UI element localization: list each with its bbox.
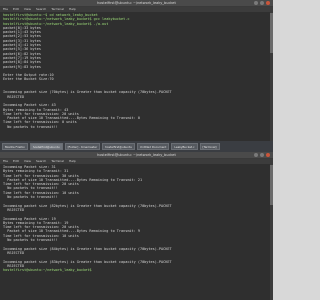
bottom-window-title: hostelfirst@ubuntu: ~/network_leaky_buck… — [97, 153, 176, 157]
menu-file[interactable]: File — [3, 7, 8, 12]
taskbar: Mozilla Firefox hostelfirst@ubuntu [Fold… — [0, 141, 273, 152]
menu-terminal[interactable]: Terminal — [51, 159, 64, 164]
menu-file[interactable]: File — [3, 159, 8, 164]
bottom-terminal-output[interactable]: Incomming Packet size: 31 Bytes remaining… — [0, 164, 273, 273]
top-window-titlebar[interactable]: hostelfirst@ubuntu: ~/network_leaky_buck… — [0, 0, 273, 7]
menu-edit[interactable]: Edit — [13, 7, 19, 12]
bottom-scrollbar[interactable] — [270, 163, 273, 300]
menu-view[interactable]: View — [24, 159, 31, 164]
bottom-window-titlebar[interactable]: hostelfirst@ubuntu: ~/network_leaky_buck… — [0, 152, 273, 159]
top-scrollbar-thumb[interactable] — [270, 13, 273, 53]
close-icon[interactable] — [266, 153, 270, 157]
task-button[interactable]: hostelfirst@ubuntu — [29, 143, 63, 150]
minimize-icon[interactable] — [254, 153, 258, 157]
menu-terminal[interactable]: Terminal — [51, 7, 64, 12]
task-button[interactable]: hostelfirst@ubuntu — [102, 143, 135, 150]
task-button[interactable]: LeakyBucket.c — [171, 143, 198, 150]
top-terminal-window: hostelfirst@ubuntu: ~/network_leaky_buck… — [0, 0, 273, 141]
terminal-line: No packets to transmit!! — [3, 124, 58, 129]
top-terminal-output[interactable]: hostelfirst@ubuntu:~$ cd network_leaky_b… — [0, 12, 273, 130]
maximize-icon[interactable] — [260, 1, 264, 5]
menu-search[interactable]: Search — [36, 7, 46, 12]
menu-help[interactable]: Help — [69, 7, 76, 12]
close-icon[interactable] — [266, 1, 270, 5]
menu-edit[interactable]: Edit — [13, 159, 19, 164]
minimize-icon[interactable] — [254, 1, 258, 5]
task-button[interactable]: [Terminal] — [199, 143, 220, 150]
top-scrollbar[interactable] — [270, 11, 273, 141]
shell-prompt-line: hostelfirst@ubuntu:~/network_leaky_bucke… — [3, 268, 92, 273]
bottom-terminal-window: hostelfirst@ubuntu: ~/network_leaky_buck… — [0, 152, 273, 300]
task-button[interactable]: [Folder] - Kinemaster — [64, 143, 101, 150]
maximize-icon[interactable] — [260, 153, 264, 157]
menu-view[interactable]: View — [24, 7, 31, 12]
top-window-title: hostelfirst@ubuntu: ~/network_leaky_buck… — [97, 1, 176, 5]
menu-search[interactable]: Search — [36, 159, 46, 164]
task-button[interactable]: Untitled Document — [136, 143, 170, 150]
bottom-scrollbar-thumb[interactable] — [270, 165, 273, 205]
menu-help[interactable]: Help — [69, 159, 76, 164]
task-button[interactable]: Mozilla Firefox — [2, 143, 28, 150]
